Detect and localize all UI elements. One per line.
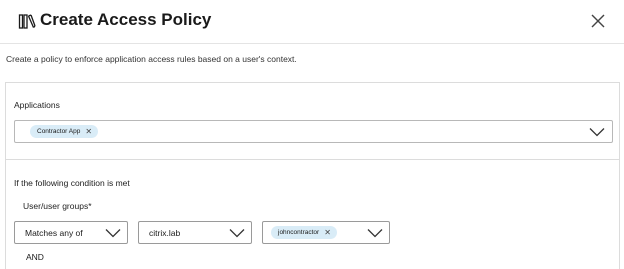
applications-select[interactable]: Contractor App ✕: [14, 120, 613, 143]
condition-operator: AND: [26, 252, 44, 262]
remove-chip-icon[interactable]: ✕: [324, 226, 331, 239]
match-type-dropdown[interactable]: Matches any of: [14, 221, 128, 244]
user-groups-label: User/user groups*: [23, 201, 92, 211]
remove-chip-icon[interactable]: ✕: [85, 125, 92, 138]
chevron-down-icon[interactable]: [367, 228, 383, 238]
application-chip: Contractor App ✕: [30, 125, 99, 138]
chevron-down-icon[interactable]: [229, 228, 245, 238]
condition-heading: If the following condition is met: [14, 178, 130, 188]
chevron-down-icon[interactable]: [105, 228, 121, 238]
dialog-description: Create a policy to enforce application a…: [6, 54, 297, 64]
user-chip: johncontractor ✕: [271, 226, 337, 239]
user-chip-label: johncontractor: [278, 229, 320, 236]
application-chip-label: Contractor App: [37, 128, 81, 135]
user-select[interactable]: johncontractor ✕: [262, 221, 390, 244]
match-type-value: Matches any of: [25, 228, 83, 238]
condition-section: If the following condition is met User/u…: [5, 159, 620, 269]
domain-value: citrix.lab: [149, 228, 181, 238]
applications-label: Applications: [14, 100, 60, 110]
dialog-title: Create Access Policy: [40, 10, 212, 29]
library-icon: [18, 14, 36, 29]
chevron-down-icon[interactable]: [589, 127, 605, 137]
dialog-header: Create Access Policy: [0, 0, 624, 44]
applications-section: Applications Contractor App ✕: [5, 82, 620, 160]
close-icon[interactable]: [589, 12, 607, 30]
domain-dropdown[interactable]: citrix.lab: [138, 221, 252, 244]
